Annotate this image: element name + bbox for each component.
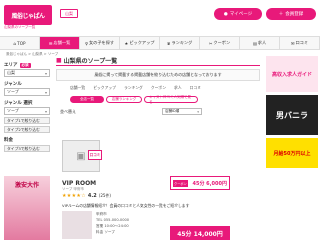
shop-name[interactable]: VIP ROOM <box>62 180 96 187</box>
nav-item[interactable]: ☰ 店舗一覧 <box>40 37 80 49</box>
nav-label: 店舗一覧 <box>53 40 71 45</box>
breadcrumb: 風俗じゃぱん > 山梨県 > ソープ <box>6 52 59 56</box>
main-content: ■ 山梨県のソープ一覧 風俗に掲って掲載する掲載店舗を絞り込むための店舗となって… <box>56 56 260 116</box>
genre2-heading: ジャンル 選択 <box>4 100 50 106</box>
shop-thumbnail[interactable] <box>62 211 92 239</box>
all-shops-pill[interactable]: 全店一覧 <box>70 96 104 103</box>
nav-label: クーポン <box>213 40 231 45</box>
sidebar-ad-banner[interactable]: 激安大作 <box>4 176 50 240</box>
nav-item[interactable]: ✂ クーポン <box>200 37 240 49</box>
shop-description: VIPルームの店舗情報紹介！会員の口コミと人気女性の一覧をご紹介します <box>62 203 190 208</box>
nav-label: ピックアップ <box>129 40 155 45</box>
person-icon: ♀ <box>84 40 88 46</box>
page-title-text: 山梨県のソープ一覧 <box>63 58 118 65</box>
briefcase-icon: ▤ <box>252 40 257 46</box>
register-button[interactable]: ＋ 会員登録 <box>266 8 316 20</box>
plus-icon: ＋ <box>278 12 284 17</box>
price-heading: 料金 <box>4 137 50 143</box>
tab-reviews[interactable]: 口コミ <box>190 85 201 91</box>
sort-label: 並べ替え <box>60 108 76 114</box>
nav-item[interactable]: ✉ 口コミ <box>280 37 320 49</box>
search-sidebar: エリア 必須 山梨 ジャンル ソープ ジャンル 選択 ソープ タイプ1で絞り込む… <box>4 58 50 152</box>
genre2-label: ジャンル 選択 <box>4 101 33 106</box>
region-badge[interactable]: 山梨 <box>60 9 78 18</box>
notice-box: 風俗に掲って掲載する掲載店舗を絞り込むための店舗となっております <box>56 69 260 81</box>
genre-select[interactable]: ソープ <box>4 88 50 96</box>
review-count: (25件) <box>98 193 111 198</box>
mypage-label: マイページ <box>229 12 253 17</box>
sort-select[interactable]: 店舗ID順 <box>162 108 202 115</box>
review-order-pill[interactable]: キャスト口コミ人気順で見る <box>144 95 198 104</box>
right-banners: 高収入求人ガイド 男バニラ 月給50万円以上 <box>266 56 318 171</box>
nav-label: 口コミ <box>295 40 309 45</box>
coupon-price: 45分 6,000円 <box>192 180 227 187</box>
tab-coupon[interactable]: クーポン <box>151 85 166 91</box>
list-icon: ☰ <box>48 40 53 46</box>
price-label: 料金 <box>4 138 13 143</box>
shop-list-icon: ■ <box>56 57 62 64</box>
main-nav: ⌂ TOP ☰ 店舗一覧 ♀ 女の子を探す ★ ピックアップ ♛ ランキング ✂ クーポン ▤ 求人 ✉ 口コ… <box>0 36 320 50</box>
crown-icon: ♛ <box>166 40 171 46</box>
nav-item[interactable]: ♛ ランキング <box>160 37 200 49</box>
genre-heading: ジャンル <box>4 81 50 87</box>
area-select[interactable]: 山梨 <box>4 69 50 77</box>
site-header: 風俗じゃぱん 山梨県のソープ一覧 山梨 ● マイページ ＋ 会員登録 <box>0 0 320 32</box>
filter-chip[interactable]: タイプ2で絞り込む <box>4 126 50 133</box>
job-guide-banner[interactable]: 高収入求人ガイド <box>266 56 318 92</box>
vanilla-banner[interactable]: 男バニラ <box>266 95 318 135</box>
price-banner[interactable]: 45分 14,000円 <box>170 226 230 240</box>
nav-label: ランキング <box>171 40 193 45</box>
genre2-select[interactable]: ソープ <box>4 107 50 115</box>
ticket-icon: ✂ <box>208 40 213 46</box>
coupon-box[interactable]: クーポン 45分 6,000円 <box>170 176 230 190</box>
nav-label: 女の子を探す <box>88 40 115 45</box>
nav-label: TOP <box>17 40 26 46</box>
area-heading: エリア 必須 <box>4 62 50 68</box>
shop-rating: ★★★★☆ 4.2 (25件) <box>62 193 111 199</box>
register-label: 会員登録 <box>285 12 304 17</box>
shop-subtitle: ソープ 甲府市 <box>62 187 84 191</box>
info-line: 料金 ソープ <box>96 230 115 234</box>
home-icon: ⌂ <box>13 40 17 46</box>
nav-item[interactable]: ♀ 女の子を探す <box>80 37 120 49</box>
filter-chip[interactable]: タイプ1で絞り込む <box>4 117 50 124</box>
chat-icon: ✉ <box>290 40 295 46</box>
site-logo[interactable]: 風俗じゃぱん <box>4 5 52 25</box>
salary-banner[interactable]: 月給50万円以上 <box>266 138 318 168</box>
tab-shops[interactable]: 店舗一覧 <box>70 85 85 91</box>
logo-subtitle: 山梨県のソープ一覧 <box>4 25 36 29</box>
shop-logo-icon: ▣ <box>76 150 86 162</box>
sub-tabs: 店舗一覧 ピックアップ ランキング クーポン 求人 口コミ <box>56 85 260 91</box>
sort-row: 並べ替え 店舗ID順 <box>56 107 260 116</box>
genre-label: ジャンル <box>4 82 22 87</box>
nav-item[interactable]: ⌂ TOP <box>0 37 40 49</box>
rating-stars-icon: ★★★★☆ <box>62 193 86 199</box>
user-icon: ● <box>223 11 228 17</box>
review-badge: 口コミ <box>88 150 102 160</box>
ranking-pill[interactable]: 店舗ランキング <box>106 96 142 103</box>
rating-value: 4.2 <box>87 193 97 199</box>
nav-item[interactable]: ★ ピックアップ <box>120 37 160 49</box>
shop-info: 甲府市 TEL 055-000-0000 営業 10:00〜24:00 料金 ソ… <box>96 211 166 235</box>
required-tag: 必須 <box>19 62 31 68</box>
tab-pickup[interactable]: ピックアップ <box>93 85 116 91</box>
tab-ranking[interactable]: ランキング <box>124 85 143 91</box>
view-pills: 全店一覧 店舗ランキング キャスト口コミ人気順で見る <box>56 95 260 104</box>
area-label: エリア <box>4 63 18 68</box>
coupon-tag: クーポン <box>173 179 188 187</box>
page-title: ■ 山梨県のソープ一覧 <box>56 56 260 66</box>
nav-item[interactable]: ▤ 求人 <box>240 37 280 49</box>
tab-jobs[interactable]: 求人 <box>174 85 182 91</box>
nav-label: 求人 <box>257 40 267 45</box>
star-icon: ★ <box>124 40 129 46</box>
mypage-button[interactable]: ● マイページ <box>214 8 262 20</box>
filter-chip[interactable]: タイプ3で絞り込む <box>4 145 50 152</box>
